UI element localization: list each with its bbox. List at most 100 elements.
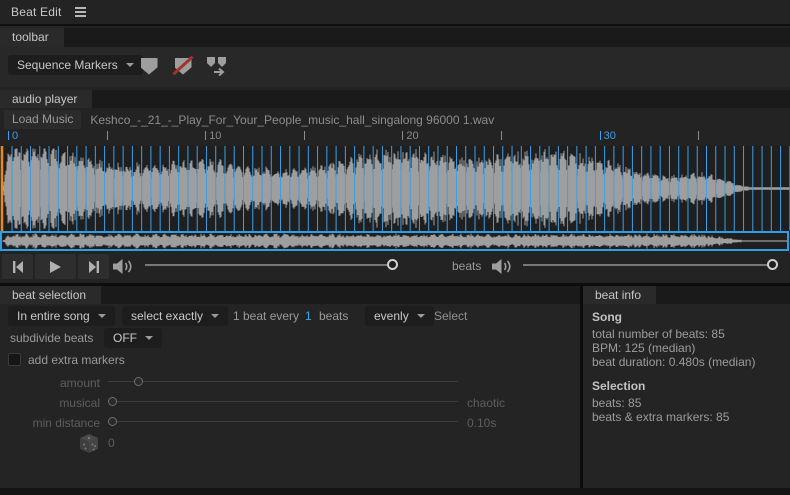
transfer-markers-icon[interactable]	[206, 56, 228, 76]
ruler-label: 0	[12, 130, 18, 142]
delete-markers-icon[interactable]	[172, 56, 194, 76]
beat-info-content: Song total number of beats: 85 BPM: 125 …	[592, 310, 786, 424]
toolbar-icons	[138, 56, 228, 76]
music-volume-icon[interactable]	[113, 259, 135, 274]
slider-knob[interactable]	[108, 417, 117, 426]
ruler-tick	[8, 131, 9, 140]
toolbar-panel: Sequence Markers	[0, 47, 790, 87]
dice-icon[interactable]	[79, 433, 99, 454]
ruler-tick	[698, 131, 699, 140]
selection-header: Selection	[592, 379, 786, 393]
chevron-down-icon	[145, 336, 153, 340]
min-distance-row: min distance 0.10s	[0, 412, 580, 432]
ruler-tick	[501, 131, 502, 140]
pattern-prefix-label: 1 beat every	[233, 309, 299, 323]
bottom-section: beat selection In entire song select exa…	[0, 286, 790, 488]
selection-controls-row: In entire song select exactly 1 beat eve…	[0, 306, 580, 326]
beats-volume-icon[interactable]	[492, 259, 514, 274]
slider-track	[108, 401, 458, 402]
waveform-display[interactable]	[0, 146, 790, 231]
slider-track	[145, 264, 398, 266]
marker-type-dropdown[interactable]: Sequence Markers	[8, 55, 143, 75]
slider-track	[108, 421, 458, 422]
chevron-down-icon	[417, 314, 425, 318]
add-extra-markers-label: add extra markers	[28, 353, 125, 367]
ruler-tick	[205, 131, 206, 140]
subdivide-row: subdivide beats OFF	[0, 328, 580, 348]
beat-selection-panel: beat selection In entire song select exa…	[0, 286, 580, 488]
slider-knob[interactable]	[108, 397, 117, 406]
amount-row: amount	[0, 372, 580, 392]
beats-volume-slider[interactable]	[523, 259, 778, 270]
extra-markers-row: add extra markers	[0, 352, 580, 368]
musical-row: musical chaotic	[0, 392, 580, 412]
scope-dropdown[interactable]: In entire song	[8, 306, 115, 326]
seed-row: 0	[0, 432, 580, 456]
subdivide-dropdown-value: OFF	[113, 331, 137, 345]
titlebar: Beat Edit	[0, 0, 790, 26]
chaotic-label: chaotic	[467, 396, 505, 410]
min-distance-label: min distance	[0, 416, 100, 430]
mode-dropdown[interactable]: select exactly	[122, 306, 228, 326]
tab-beat-selection[interactable]: beat selection	[0, 286, 101, 304]
ruler-tick	[304, 131, 305, 140]
chevron-down-icon	[211, 314, 219, 318]
tab-toolbar[interactable]: toolbar	[0, 28, 64, 47]
panel-menu-icon[interactable]	[75, 7, 86, 17]
slider-knob[interactable]	[387, 259, 398, 270]
beat-info-panel: beat info Song total number of beats: 85…	[583, 286, 790, 488]
transport-bar: beats	[0, 251, 790, 283]
selection-beats-extra: beats & extra markers: 85	[592, 410, 786, 424]
load-music-button[interactable]: Load Music	[4, 110, 81, 129]
ruler-label: 20	[406, 130, 418, 142]
add-marker-icon[interactable]	[138, 56, 160, 76]
music-volume-slider[interactable]	[145, 259, 398, 270]
timeline-ruler[interactable]: 0102030	[0, 128, 790, 146]
slider-knob[interactable]	[134, 377, 143, 386]
song-beat-duration: beat duration: 0.480s (median)	[592, 355, 786, 369]
pattern-suffix-label: beats	[319, 309, 348, 323]
beatedit-panel: Beat Edit toolbar Sequence Markers	[0, 0, 790, 495]
distribution-dropdown[interactable]: evenly	[365, 306, 434, 326]
subdivide-dropdown[interactable]: OFF	[104, 328, 162, 348]
musical-slider[interactable]	[108, 396, 458, 407]
bottom-strip	[0, 488, 790, 495]
skip-end-button[interactable]	[78, 254, 109, 279]
musical-label: musical	[0, 396, 100, 410]
min-distance-value: 0.10s	[467, 416, 496, 430]
marker-type-dropdown-value: Sequence Markers	[17, 58, 118, 72]
select-button[interactable]: Select	[434, 309, 467, 323]
amount-slider[interactable]	[108, 376, 458, 387]
audio-player-panel: Load Music Keshco_-_21_-_Play_For_Your_P…	[0, 108, 790, 283]
pattern-value-input[interactable]	[305, 309, 319, 323]
subdivide-label: subdivide beats	[10, 331, 93, 345]
amount-label: amount	[0, 376, 100, 390]
waveform-overview[interactable]	[0, 231, 790, 251]
slider-knob[interactable]	[767, 259, 778, 270]
marker-glyph	[141, 58, 158, 75]
load-row: Load Music Keshco_-_21_-_Play_For_Your_P…	[4, 110, 494, 129]
slider-track	[108, 381, 458, 382]
skip-start-button[interactable]	[2, 254, 33, 279]
selection-beats: beats: 85	[592, 396, 786, 410]
song-total-beats: total number of beats: 85	[592, 327, 786, 341]
tab-audio-player[interactable]: audio player	[0, 90, 92, 108]
min-distance-slider[interactable]	[108, 416, 458, 427]
window-title: Beat Edit	[11, 5, 62, 19]
slider-track	[523, 264, 778, 266]
song-header: Song	[592, 310, 786, 324]
song-bpm: BPM: 125 (median)	[592, 341, 786, 355]
ruler-tick	[107, 131, 108, 140]
toolbar-tabstrip: toolbar	[0, 28, 790, 47]
ruler-tick	[402, 131, 403, 140]
add-extra-markers-checkbox[interactable]	[8, 353, 21, 366]
ruler-tick	[600, 131, 601, 140]
play-button[interactable]	[35, 254, 76, 279]
chevron-down-icon	[98, 314, 106, 318]
loaded-filename: Keshco_-_21_-_Play_For_Your_People_music…	[90, 113, 494, 127]
ruler-label: 30	[604, 130, 616, 142]
seed-value: 0	[108, 436, 115, 450]
audio-player-tabstrip: audio player	[0, 90, 790, 108]
mode-dropdown-value: select exactly	[131, 309, 203, 323]
tab-beat-info[interactable]: beat info	[583, 286, 656, 304]
